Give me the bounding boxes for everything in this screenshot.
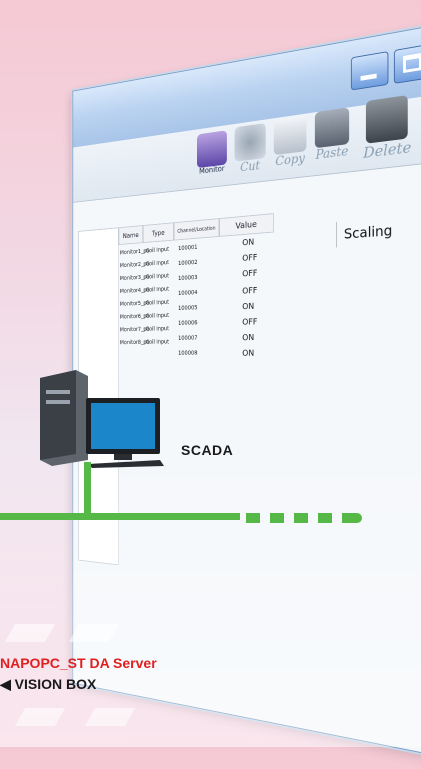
scada-label: SCADA [181, 442, 234, 458]
delete-button[interactable]: Delete [363, 94, 411, 162]
row-location: 100001 [178, 243, 198, 252]
network-dash [294, 513, 308, 523]
window-controls: ✕ [350, 35, 421, 91]
monitor-icon [196, 130, 227, 169]
row-type: Coil Input [145, 259, 170, 268]
network-dash [318, 513, 332, 523]
maximize-button[interactable] [393, 43, 421, 84]
copy-button[interactable]: Copy [273, 115, 307, 169]
network-link-vertical [84, 462, 91, 518]
row-location: 100004 [178, 289, 198, 297]
vision-box-label: ◀ VISION BOX [0, 676, 97, 692]
row-location: 100002 [178, 258, 198, 267]
row-type: Coil Input [145, 298, 170, 307]
row-value: ON [242, 237, 255, 248]
network-dash [342, 513, 362, 523]
row-type: Coil Input [145, 325, 170, 333]
minimize-button[interactable] [350, 51, 389, 91]
minimize-icon [360, 73, 377, 81]
row-location: 100007 [178, 334, 198, 342]
copy-icon [273, 115, 307, 156]
col-location[interactable]: Channel/Location [173, 218, 220, 241]
row-type: Coil Input [145, 311, 170, 320]
row-value: OFF [242, 252, 258, 264]
cut-button[interactable]: Cut [234, 122, 266, 176]
network-dash [270, 513, 284, 523]
row-type: Coil Input [145, 285, 170, 294]
row-location: 100008 [178, 349, 198, 357]
col-type[interactable]: Type [142, 222, 174, 244]
network-dash [246, 513, 260, 523]
row-value: OFF [242, 268, 258, 280]
row-location: 100003 [178, 273, 198, 282]
trash-icon [366, 94, 409, 144]
row-value: ON [242, 333, 255, 343]
scissors-icon [234, 122, 266, 162]
row-type: Coil Input [145, 272, 170, 281]
col-value[interactable]: Value [219, 213, 274, 237]
row-value: OFF [242, 317, 258, 328]
row-type: Coil Input [145, 245, 170, 255]
col-name[interactable]: Name [118, 225, 143, 245]
row-location: 100006 [178, 319, 198, 327]
paste-button[interactable]: Paste [314, 107, 350, 163]
row-location: 100005 [178, 304, 198, 312]
row-value: ON [242, 301, 255, 312]
paste-icon [314, 107, 350, 149]
monitor-button[interactable]: Monitor [196, 130, 227, 176]
col-scaling[interactable]: Scaling [336, 215, 417, 248]
row-value: ON [242, 348, 255, 359]
server-label: NAPOPC_ST DA Server [0, 655, 157, 671]
network-link-horizontal [0, 513, 240, 520]
row-type: Coil Input [145, 338, 170, 346]
computer-icon [40, 370, 164, 468]
row-value: OFF [242, 286, 258, 297]
maximize-icon [403, 52, 421, 74]
